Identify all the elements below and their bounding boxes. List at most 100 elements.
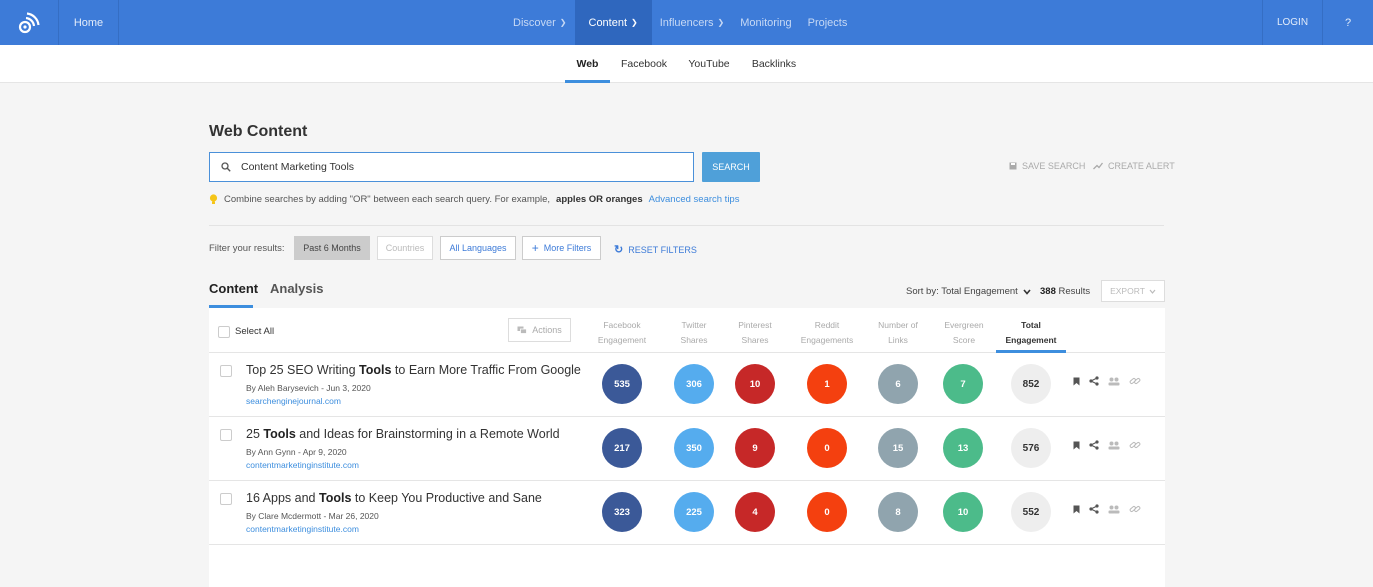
title-keyword: Tools [319,491,352,505]
col-line2: Shares [741,335,769,345]
facebook-engagement-bubble[interactable]: 217 [602,428,642,468]
column-evergreen-score[interactable]: Evergreen Score [929,318,999,348]
divider [209,225,1164,226]
column-facebook-engagement[interactable]: Facebook Engagement [587,318,657,348]
twitter-shares-bubble[interactable]: 225 [674,492,714,532]
subtab-facebook[interactable]: Facebook [617,45,671,83]
col-line1: Number of [878,320,918,330]
facebook-engagement-bubble[interactable]: 535 [602,364,642,404]
export-button[interactable]: EXPORT [1101,280,1165,302]
sub-nav: Web Facebook YouTube Backlinks [0,45,1373,83]
title-part: 16 Apps and [246,491,316,505]
nav-monitoring[interactable]: Monitoring [732,0,799,45]
nav-monitoring-label: Monitoring [740,16,792,29]
column-number-of-links[interactable]: Number of Links [863,318,933,348]
save-search-button[interactable]: SAVE SEARCH [1009,161,1085,171]
twitter-shares-bubble[interactable]: 350 [674,428,714,468]
bookmark-icon[interactable] [1073,377,1080,386]
nav-projects-label: Projects [807,16,848,29]
row-actions [1073,376,1141,386]
share-icon[interactable] [1089,504,1099,514]
nav-influencers[interactable]: Influencers ❯ [652,0,733,45]
share-icon[interactable] [1089,376,1099,386]
influencers-icon[interactable] [1108,505,1120,514]
article-domain[interactable]: contentmarketinginstitute.com [246,524,359,534]
nav-home[interactable]: Home [59,0,119,45]
number-of-links-bubble[interactable]: 8 [878,492,918,532]
title-keyword: Tools [359,363,392,377]
evergreen-score-bubble: 10 [943,492,983,532]
twitter-shares-bubble[interactable]: 306 [674,364,714,404]
nav-content-label: Content [588,16,628,29]
login-button[interactable]: LOGIN [1262,0,1322,45]
influencers-icon[interactable] [1108,441,1120,450]
col-line2: Engagements [800,335,854,345]
facebook-engagement-bubble[interactable]: 323 [602,492,642,532]
app-logo[interactable] [0,0,59,45]
filter-languages[interactable]: All Languages [440,236,516,260]
article-domain[interactable]: contentmarketinginstitute.com [246,460,359,470]
nav-projects[interactable]: Projects [800,0,856,45]
link-icon[interactable] [1129,440,1141,450]
search-input[interactable] [241,161,681,173]
create-alert-button[interactable]: CREATE ALERT [1093,161,1175,171]
number-of-links-bubble[interactable]: 6 [878,364,918,404]
col-line1: Total [1021,320,1041,330]
tab-analysis[interactable]: Analysis [270,281,323,296]
tab-content[interactable]: Content [209,281,258,296]
article-title[interactable]: 25 Tools and Ideas for Brainstorming in … [246,427,560,441]
column-total-engagement[interactable]: Total Engagement [996,318,1066,348]
article-title[interactable]: 16 Apps and Tools to Keep You Productive… [246,491,542,505]
row-checkbox[interactable] [220,429,232,441]
nav-content[interactable]: Content ❯ [574,0,652,45]
chevron-down-icon: ❯ [631,18,638,27]
more-filters-button[interactable]: + More Filters [522,236,601,260]
article-byline[interactable]: By Aleh Barysevich - Jun 3, 2020 [246,383,371,393]
link-icon[interactable] [1129,504,1141,514]
main-nav-links: Discover ❯ Content ❯ Influencers ❯ Monitori… [505,0,855,45]
pinterest-shares-bubble[interactable]: 10 [735,364,775,404]
title-part: 25 [246,427,260,441]
article-title[interactable]: Top 25 SEO Writing Tools to Earn More Tr… [246,363,581,377]
filter-time-range[interactable]: Past 6 Months [294,236,370,260]
bookmark-icon[interactable] [1073,505,1080,514]
col-line1: Twitter [681,320,707,330]
row-actions [1073,504,1141,514]
select-all-checkbox[interactable] [218,326,230,338]
title-part: to Earn More Traffic From Google [394,363,581,377]
pinterest-shares-bubble[interactable]: 9 [735,428,775,468]
sort-dropdown[interactable]: Sort by: Total Engagement [906,286,1031,297]
total-engagement-bubble: 552 [1011,492,1051,532]
select-all-label: Select All [235,326,275,337]
influencers-icon[interactable] [1108,377,1120,386]
column-twitter-shares[interactable]: Twitter Shares [659,318,729,348]
article-byline[interactable]: By Ann Gynn - Apr 9, 2020 [246,447,347,457]
row-checkbox[interactable] [220,493,232,505]
subtab-web[interactable]: Web [565,45,610,83]
row-checkbox[interactable] [220,365,232,377]
article-byline[interactable]: By Clare Mcdermott - Mar 26, 2020 [246,511,379,521]
share-icon[interactable] [1089,440,1099,450]
tip-example: apples OR oranges [556,194,643,205]
help-button[interactable]: ? [1322,0,1373,45]
advanced-search-tips-link[interactable]: Advanced search tips [649,194,740,205]
subtab-youtube[interactable]: YouTube [684,45,734,83]
filter-countries[interactable]: Countries [377,236,433,260]
number-of-links-bubble[interactable]: 15 [878,428,918,468]
article-domain[interactable]: searchenginejournal.com [246,396,341,406]
reddit-engagements-bubble[interactable]: 0 [807,428,847,468]
column-reddit-engagements[interactable]: Reddit Engagements [792,318,862,348]
bookmark-icon[interactable] [1073,441,1080,450]
reset-filters-button[interactable]: ↻ RESET FILTERS [614,243,697,256]
search-box[interactable] [209,152,694,182]
actions-button[interactable]: Actions [508,318,571,342]
col-line1: Pinterest [738,320,772,330]
column-pinterest-shares[interactable]: Pinterest Shares [720,318,790,348]
link-icon[interactable] [1129,376,1141,386]
reddit-engagements-bubble[interactable]: 1 [807,364,847,404]
reddit-engagements-bubble[interactable]: 0 [807,492,847,532]
subtab-backlinks[interactable]: Backlinks [747,45,801,83]
pinterest-shares-bubble[interactable]: 4 [735,492,775,532]
search-button[interactable]: SEARCH [702,152,760,182]
nav-discover[interactable]: Discover ❯ [505,0,575,45]
